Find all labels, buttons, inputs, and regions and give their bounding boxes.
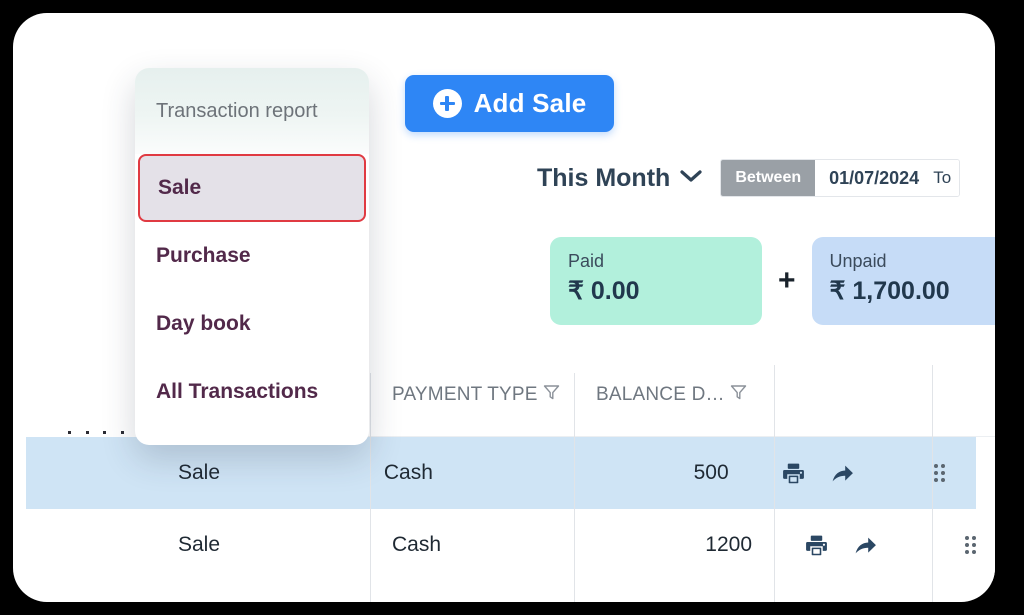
column-header-balance-due-label: BALANCE D… (596, 384, 725, 405)
print-icon[interactable] (781, 461, 806, 486)
dropdown-item-sale[interactable]: Sale (138, 154, 366, 222)
share-icon[interactable] (853, 533, 878, 558)
cell-actions (774, 533, 932, 558)
add-sale-button[interactable]: Add Sale (405, 75, 614, 132)
cell-payment-type: Cash (392, 533, 442, 556)
add-sale-label: Add Sale (473, 88, 587, 118)
table-row[interactable]: Sale Cash 500 (26, 437, 976, 509)
column-divider (774, 365, 775, 602)
filter-bar: This Month Between 01/07/2024 To (537, 159, 961, 197)
transaction-report-dropdown: Transaction report Sale Purchase Day boo… (135, 68, 369, 445)
cell-balance-due: 1200 (705, 533, 752, 556)
date-from-input[interactable]: 01/07/2024 (815, 160, 934, 196)
chevron-down-icon (680, 169, 702, 188)
summary-row: Paid ₹ 0.00 + Unpaid ₹ 1,700.00 (550, 237, 995, 325)
paid-card-title: Paid (568, 251, 605, 271)
share-icon[interactable] (830, 461, 855, 486)
drag-handle-icon[interactable] (964, 536, 976, 554)
to-label: To (933, 160, 960, 196)
period-label: This Month (537, 163, 671, 192)
column-header-payment-type[interactable]: PAYMENT TYPE (370, 384, 574, 407)
dropdown-header: Transaction report (135, 68, 369, 154)
cell-payment-type: Cash (383, 461, 433, 484)
cell-handle (932, 536, 995, 554)
unpaid-summary-card: Unpaid ₹ 1,700.00 (811, 237, 995, 325)
unpaid-card-amount: ₹ 1,700.00 (829, 277, 950, 305)
print-icon[interactable] (804, 533, 829, 558)
column-header-balance-due[interactable]: BALANCE D… (574, 384, 774, 407)
column-header-payment-type-label: PAYMENT TYPE (392, 384, 538, 405)
cell-handle (903, 464, 976, 482)
dropdown-title: Transaction report (156, 99, 318, 122)
paid-summary-card: Paid ₹ 0.00 (550, 237, 762, 325)
drag-handle-icon[interactable] (934, 464, 946, 482)
filter-icon[interactable] (543, 384, 560, 407)
screenshot-frame: Add Sale This Month Between 01/07/2024 T… (0, 0, 1024, 615)
cell-type: Sale (178, 533, 221, 556)
cell-balance-due: 500 (693, 461, 729, 484)
between-mode-button[interactable]: Between (721, 160, 816, 196)
table-row[interactable]: Sale Cash 1200 (26, 509, 995, 581)
app-card: Add Sale This Month Between 01/07/2024 T… (13, 13, 995, 602)
dropdown-item-purchase[interactable]: Purchase (135, 222, 369, 290)
date-range-control: Between 01/07/2024 To (720, 159, 961, 197)
dropdown-item-day-book[interactable]: Day book (135, 290, 369, 358)
paid-card-amount: ₹ 0.00 (568, 277, 640, 305)
filter-icon[interactable] (730, 384, 747, 407)
plus-separator: + (778, 264, 796, 297)
column-divider (370, 373, 371, 602)
unpaid-card-title: Unpaid (829, 251, 887, 271)
column-divider (574, 373, 575, 602)
cell-type: Sale (178, 461, 221, 484)
period-select[interactable]: This Month (537, 164, 702, 193)
plus-circle-icon (432, 89, 462, 118)
dropdown-item-all-transactions[interactable]: All Transactions (135, 358, 369, 426)
column-divider (932, 365, 933, 602)
